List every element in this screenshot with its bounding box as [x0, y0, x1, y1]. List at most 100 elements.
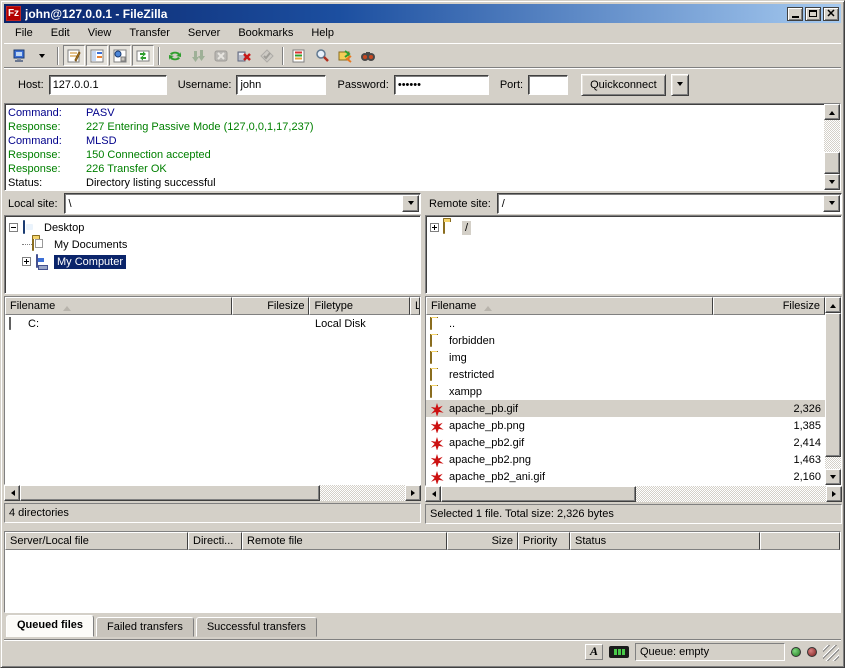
- cancel-button[interactable]: [210, 45, 232, 66]
- remote-row-folder[interactable]: xampp: [426, 383, 825, 400]
- tab-queued-files[interactable]: Queued files: [6, 615, 94, 637]
- menu-file[interactable]: File: [6, 25, 42, 41]
- toggle-remote-tree-button[interactable]: [109, 45, 131, 66]
- log-vertical-scrollbar[interactable]: [824, 104, 840, 190]
- remote-site-label: Remote site:: [425, 193, 497, 214]
- tree-item-my-computer[interactable]: My Computer: [9, 253, 418, 270]
- column-header-direction[interactable]: Directi...: [188, 532, 242, 550]
- password-input[interactable]: [394, 75, 489, 95]
- remote-row-parent-dir[interactable]: ..: [426, 315, 825, 332]
- local-list-row-c-drive[interactable]: C: Local Disk: [5, 315, 420, 332]
- remote-row-file[interactable]: apache_pb2_ani.gif 2,160: [426, 468, 825, 485]
- expand-icon[interactable]: [430, 223, 439, 232]
- site-manager-dropdown-button[interactable]: [31, 45, 53, 66]
- toggle-message-log-button[interactable]: [63, 45, 85, 66]
- expand-icon[interactable]: [22, 257, 31, 266]
- tree-item-desktop[interactable]: Desktop: [9, 219, 418, 236]
- username-input[interactable]: [236, 75, 326, 95]
- column-header-filename[interactable]: Filename: [5, 297, 232, 315]
- site-manager-icon: [11, 48, 27, 64]
- scroll-right-button[interactable]: [826, 486, 842, 502]
- filter-button[interactable]: [288, 45, 310, 66]
- remote-horizontal-scrollbar[interactable]: [425, 486, 842, 502]
- synchronized-browsing-button[interactable]: [357, 45, 379, 66]
- scroll-down-button[interactable]: [824, 174, 840, 190]
- reconnect-button[interactable]: [256, 45, 278, 66]
- remote-row-file[interactable]: apache_pb2.gif 2,414: [426, 434, 825, 451]
- remote-site-bar: Remote site: /: [425, 193, 842, 214]
- image-file-icon: [430, 419, 446, 433]
- toggle-queue-icon: [135, 48, 151, 64]
- scrollbar-thumb[interactable]: [20, 485, 320, 501]
- port-input[interactable]: [528, 75, 568, 95]
- scroll-up-button[interactable]: [824, 104, 840, 120]
- quickconnect-button[interactable]: Quickconnect: [581, 74, 666, 96]
- column-header-priority[interactable]: Priority: [518, 532, 570, 550]
- column-header-filesize[interactable]: Filesize: [232, 297, 310, 315]
- log-line: Response:227 Entering Passive Mode (127,…: [8, 120, 822, 134]
- remote-site-combobox[interactable]: /: [497, 193, 842, 214]
- collapse-icon[interactable]: [9, 223, 18, 232]
- queue-header: Server/Local file Directi... Remote file…: [5, 532, 840, 550]
- local-site-combobox[interactable]: \: [64, 193, 421, 214]
- remote-row-file-selected[interactable]: apache_pb.gif 2,326: [426, 400, 825, 417]
- column-header-filesize[interactable]: Filesize: [713, 297, 825, 315]
- scrollbar-thumb[interactable]: [825, 313, 841, 457]
- column-header-status[interactable]: Status: [570, 532, 760, 550]
- scroll-up-button[interactable]: [825, 297, 841, 313]
- remote-row-folder[interactable]: restricted: [426, 366, 825, 383]
- title-bar[interactable]: Fz john@127.0.0.1 - FileZilla ✕: [4, 4, 841, 23]
- remote-row-file[interactable]: apache_pb.png 1,385: [426, 417, 825, 434]
- scroll-left-button[interactable]: [425, 486, 441, 502]
- remote-vertical-scrollbar[interactable]: [825, 297, 841, 485]
- process-queue-button[interactable]: [187, 45, 209, 66]
- menu-transfer[interactable]: Transfer: [120, 25, 179, 41]
- menu-view[interactable]: View: [79, 25, 121, 41]
- disconnect-button[interactable]: [233, 45, 255, 66]
- menu-bookmarks[interactable]: Bookmarks: [229, 25, 302, 41]
- column-header-size[interactable]: Size: [447, 532, 518, 550]
- resize-grip[interactable]: [823, 645, 839, 661]
- close-button[interactable]: ✕: [823, 7, 839, 21]
- scroll-right-button[interactable]: [405, 485, 421, 501]
- port-label: Port:: [500, 79, 523, 91]
- column-header-remote-file[interactable]: Remote file: [242, 532, 447, 550]
- file-search-button[interactable]: [311, 45, 333, 66]
- scroll-down-button[interactable]: [825, 469, 841, 485]
- host-input[interactable]: [49, 75, 167, 95]
- site-manager-button[interactable]: [8, 45, 30, 66]
- maximize-button[interactable]: [805, 7, 821, 21]
- tree-item-my-documents[interactable]: My Documents: [9, 236, 418, 253]
- local-horizontal-scrollbar[interactable]: [4, 485, 421, 501]
- menu-help[interactable]: Help: [302, 25, 343, 41]
- toggle-local-tree-button[interactable]: [86, 45, 108, 66]
- reconnect-icon: [259, 48, 275, 64]
- toggle-remote-tree-icon: [112, 48, 128, 64]
- column-header-server-local-file[interactable]: Server/Local file: [5, 532, 188, 550]
- status-bar: A Queue: empty: [4, 639, 841, 663]
- toggle-queue-button[interactable]: [132, 45, 154, 66]
- queue-body[interactable]: [5, 550, 840, 612]
- menu-edit[interactable]: Edit: [42, 25, 79, 41]
- tab-failed-transfers[interactable]: Failed transfers: [96, 617, 194, 637]
- minimize-button[interactable]: [787, 7, 803, 21]
- combo-dropdown-button[interactable]: [402, 195, 419, 212]
- quickconnect-dropdown-button[interactable]: [671, 74, 689, 96]
- column-header-filetype[interactable]: Filetype: [309, 297, 410, 315]
- refresh-button[interactable]: [164, 45, 186, 66]
- column-header-filename[interactable]: Filename: [426, 297, 713, 315]
- column-header-last-modified[interactable]: L: [410, 297, 420, 315]
- remote-row-folder[interactable]: forbidden: [426, 332, 825, 349]
- scroll-left-button[interactable]: [4, 485, 20, 501]
- log-line: Command:PASV: [8, 106, 822, 120]
- menu-server[interactable]: Server: [179, 25, 229, 41]
- directory-comparison-button[interactable]: [334, 45, 356, 66]
- close-icon: ✕: [826, 9, 835, 19]
- tab-successful-transfers[interactable]: Successful transfers: [196, 617, 317, 637]
- remote-row-folder[interactable]: img: [426, 349, 825, 366]
- scrollbar-thumb[interactable]: [441, 486, 636, 502]
- remote-row-file[interactable]: apache_pb2.png 1,463: [426, 451, 825, 468]
- tree-item-root[interactable]: /: [430, 219, 839, 236]
- scrollbar-thumb[interactable]: [824, 152, 840, 174]
- combo-dropdown-button[interactable]: [823, 195, 840, 212]
